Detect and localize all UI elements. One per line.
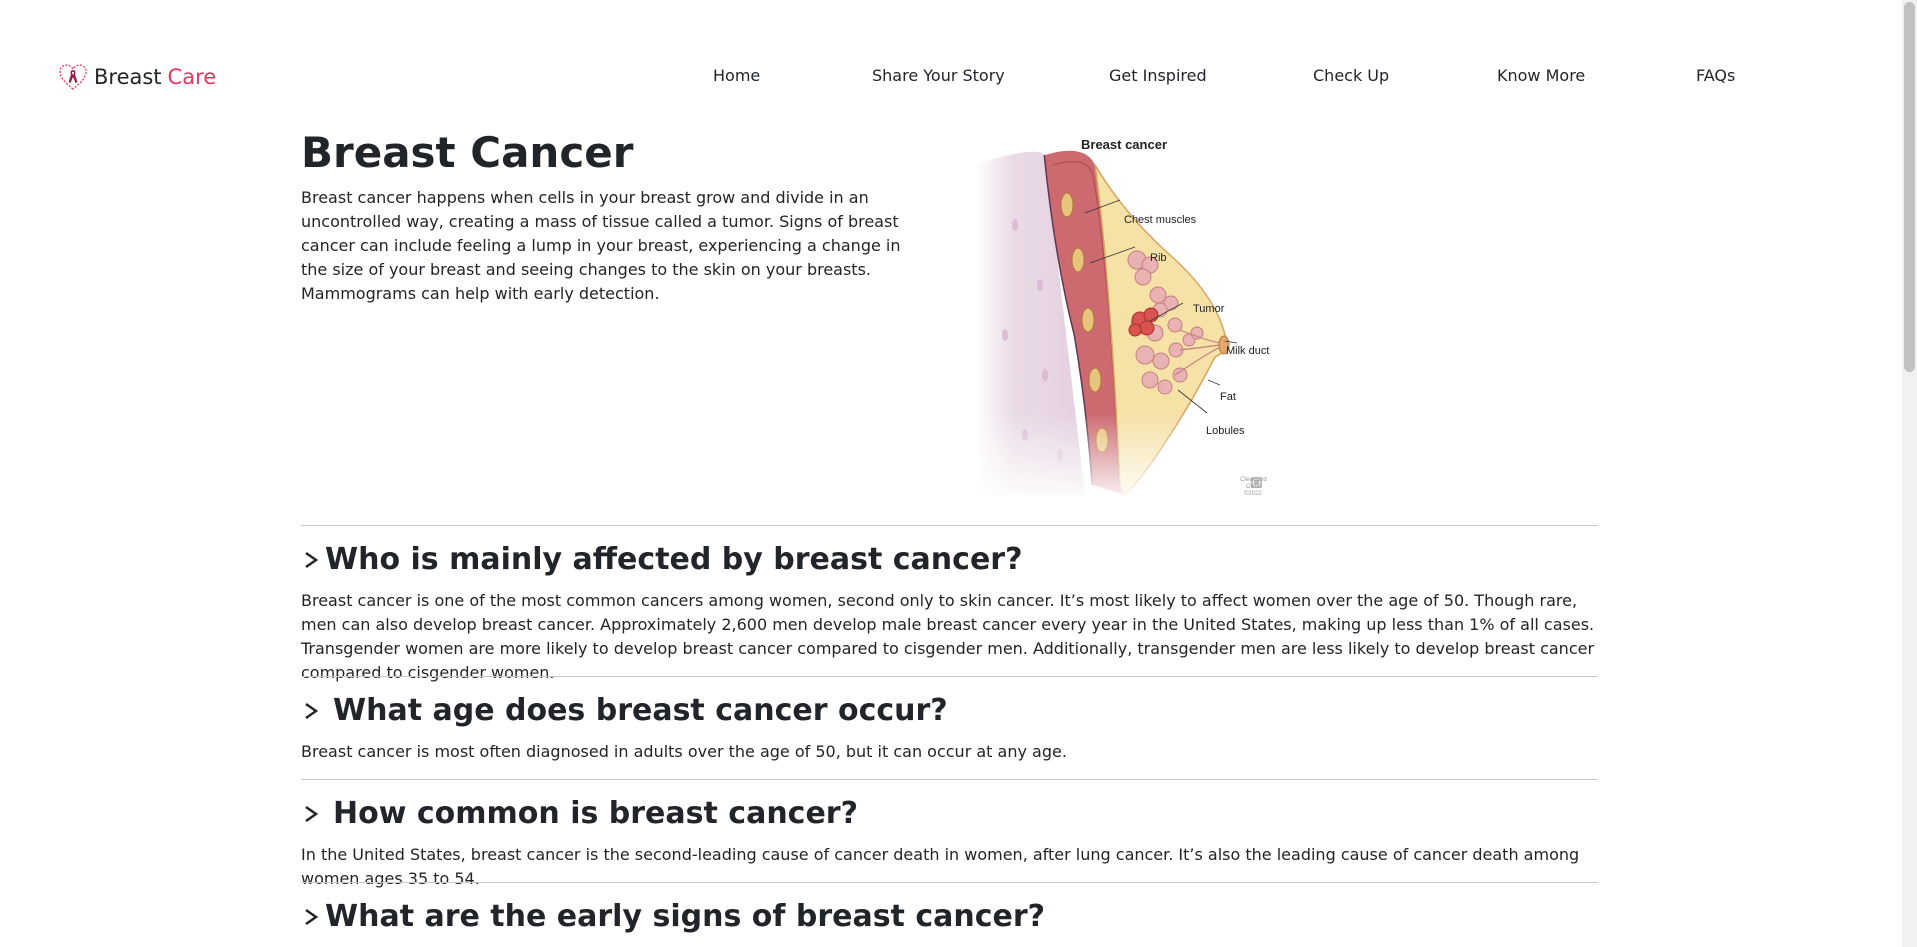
faq-question-3-text: How common is breast cancer? (333, 796, 858, 831)
chevron-right-icon (305, 805, 319, 822)
faq-question-4[interactable]: What are the early signs of breast cance… (301, 899, 1045, 934)
nav-link-check-up[interactable]: Check Up (1313, 66, 1389, 85)
page-scrollbar[interactable] (1902, 0, 1917, 947)
faq-question-2-text: What age does breast cancer occur? (333, 693, 948, 728)
breast-anatomy-drawing (975, 135, 1285, 505)
nav-link-share-your-story[interactable]: Share Your Story (872, 66, 1005, 85)
faq-answer-3: In the United States, breast cancer is t… (301, 845, 1580, 888)
hero-description: Breast cancer happens when cells in your… (301, 188, 901, 303)
label-chest-muscles: Chest muscles (1124, 214, 1197, 226)
chevron-right-icon (305, 702, 319, 719)
page-title: Breast Cancer (301, 128, 634, 177)
faq-question-2[interactable]: What age does breast cancer occur? (301, 693, 948, 728)
chevron-right-icon (305, 908, 319, 925)
ribbon-heart-icon (59, 64, 87, 90)
brand-name-part1: Breast (94, 65, 162, 89)
scrollbar-thumb[interactable] (1904, 2, 1915, 372)
credit-line-2: Clinic (1246, 484, 1261, 490)
divider (301, 676, 1598, 677)
faq-question-1[interactable]: Who is mainly affected by breast cancer? (301, 542, 1023, 577)
divider (301, 525, 1598, 526)
top-navbar: Breast Care Home Share Your Story Get In… (0, 0, 1902, 150)
label-tumor: Tumor (1193, 303, 1225, 315)
credit-line-3: ©2022 (1244, 491, 1262, 497)
brand-name-part2: Care (167, 65, 217, 89)
label-milk-duct: Milk duct (1226, 345, 1270, 357)
nav-link-faqs[interactable]: FAQs (1696, 66, 1735, 85)
illustration-title: Breast cancer (1081, 137, 1167, 152)
faq-question-1-text: Who is mainly affected by breast cancer? (325, 542, 1023, 577)
faq-question-4-text: What are the early signs of breast cance… (325, 899, 1046, 934)
divider (301, 882, 1598, 883)
faq-answer-1: Breast cancer is one of the most common … (301, 591, 1595, 682)
label-lobules: Lobules (1206, 425, 1245, 437)
faq-question-3[interactable]: How common is breast cancer? (301, 796, 858, 831)
nav-link-know-more[interactable]: Know More (1497, 66, 1585, 85)
label-fat: Fat (1220, 391, 1236, 403)
divider (301, 779, 1598, 780)
nav-link-home[interactable]: Home (713, 66, 760, 85)
nav-link-get-inspired[interactable]: Get Inspired (1109, 66, 1207, 85)
label-rib: Rib (1150, 252, 1167, 264)
credit-line-1: Cleveland (1240, 477, 1267, 483)
brand-logo-link[interactable]: Breast Care (58, 62, 216, 92)
faq-answer-2: Breast cancer is most often diagnosed in… (301, 742, 1067, 761)
chevron-right-icon (305, 551, 319, 568)
